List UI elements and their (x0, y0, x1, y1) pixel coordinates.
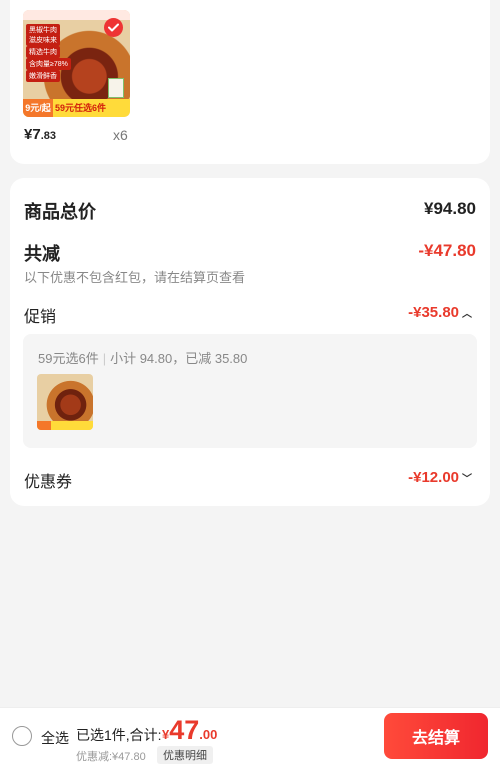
cart-item-card: 黑椒牛肉 滋皮味来 精选牛肉 含肉量≥78% 嫩滑鲜香 9元/起 59元任选6件… (10, 0, 490, 164)
image-tag: 精选牛肉 (26, 46, 60, 58)
promo-product-thumbnail[interactable] (37, 374, 93, 430)
quantity: x6 (113, 127, 128, 143)
total-value: ¥94.80 (424, 199, 476, 218)
divider: | (102, 351, 107, 366)
total-int: 47 (169, 715, 200, 745)
checkout-bar: 全选 已选1件,合计: ¥47.00 优惠减:¥47.80 优惠明细 去结算 (0, 707, 500, 783)
image-tag: 嫩滑鲜香 (26, 70, 60, 82)
price-dec: .83 (40, 130, 56, 142)
reduce-label: 共减 (24, 244, 60, 264)
promo-badge-right: 59元任选6件 (55, 103, 107, 113)
total-dec: .00 (199, 727, 218, 742)
reduce-note: 以下优惠不包含红包，请在结算页查看 (24, 270, 246, 285)
chevron-down-icon: ﹀ (462, 474, 472, 485)
package-icon (108, 78, 124, 98)
selected-count-text: 已选1件,合计: (76, 727, 162, 743)
promo-subtotal: 小计 94.80，已减 35.80 (110, 351, 248, 366)
discount-note: 优惠减:¥47.80 (76, 751, 146, 763)
promo-info: 59元选6件 | 小计 94.80，已减 35.80 (38, 348, 247, 367)
promo-value: -¥35.80 (408, 304, 459, 321)
promo-toggle[interactable]: -¥35.80 ︿ (408, 304, 472, 321)
total-label: 商品总价 (24, 202, 96, 222)
price-int: 7 (32, 126, 41, 143)
coupon-toggle[interactable]: -¥12.00 ﹀ (408, 469, 472, 486)
check-icon[interactable] (104, 18, 123, 37)
promo-deal: 59元选6件 (38, 351, 99, 366)
coupon-value: -¥12.00 (408, 469, 459, 486)
chevron-up-icon: ︿ (462, 309, 472, 320)
reduce-value: -¥47.80 (418, 241, 476, 260)
promo-banner: 9元/起 59元任选6件 (23, 99, 130, 117)
select-all-radio[interactable] (12, 726, 32, 746)
price-summary-card: 商品总价 ¥94.80 共减 -¥47.80 以下优惠不包含红包，请在结算页查看… (10, 178, 490, 506)
mini-promo-badge (37, 421, 51, 430)
select-all-label[interactable]: 全选 (41, 728, 69, 748)
grand-total: ¥47.00 (162, 715, 217, 746)
discount-detail-button[interactable]: 优惠明细 (157, 746, 213, 764)
checkout-button[interactable]: 去结算 (384, 713, 488, 759)
promo-detail-box: 59元选6件 | 小计 94.80，已减 35.80 (23, 334, 477, 448)
promo-badge-left: 9元/起 (23, 99, 53, 117)
unit-price: ¥7.83 (24, 126, 56, 143)
image-tag: 滋皮味来 (26, 34, 60, 46)
image-tag: 含肉量≥78% (26, 58, 71, 70)
